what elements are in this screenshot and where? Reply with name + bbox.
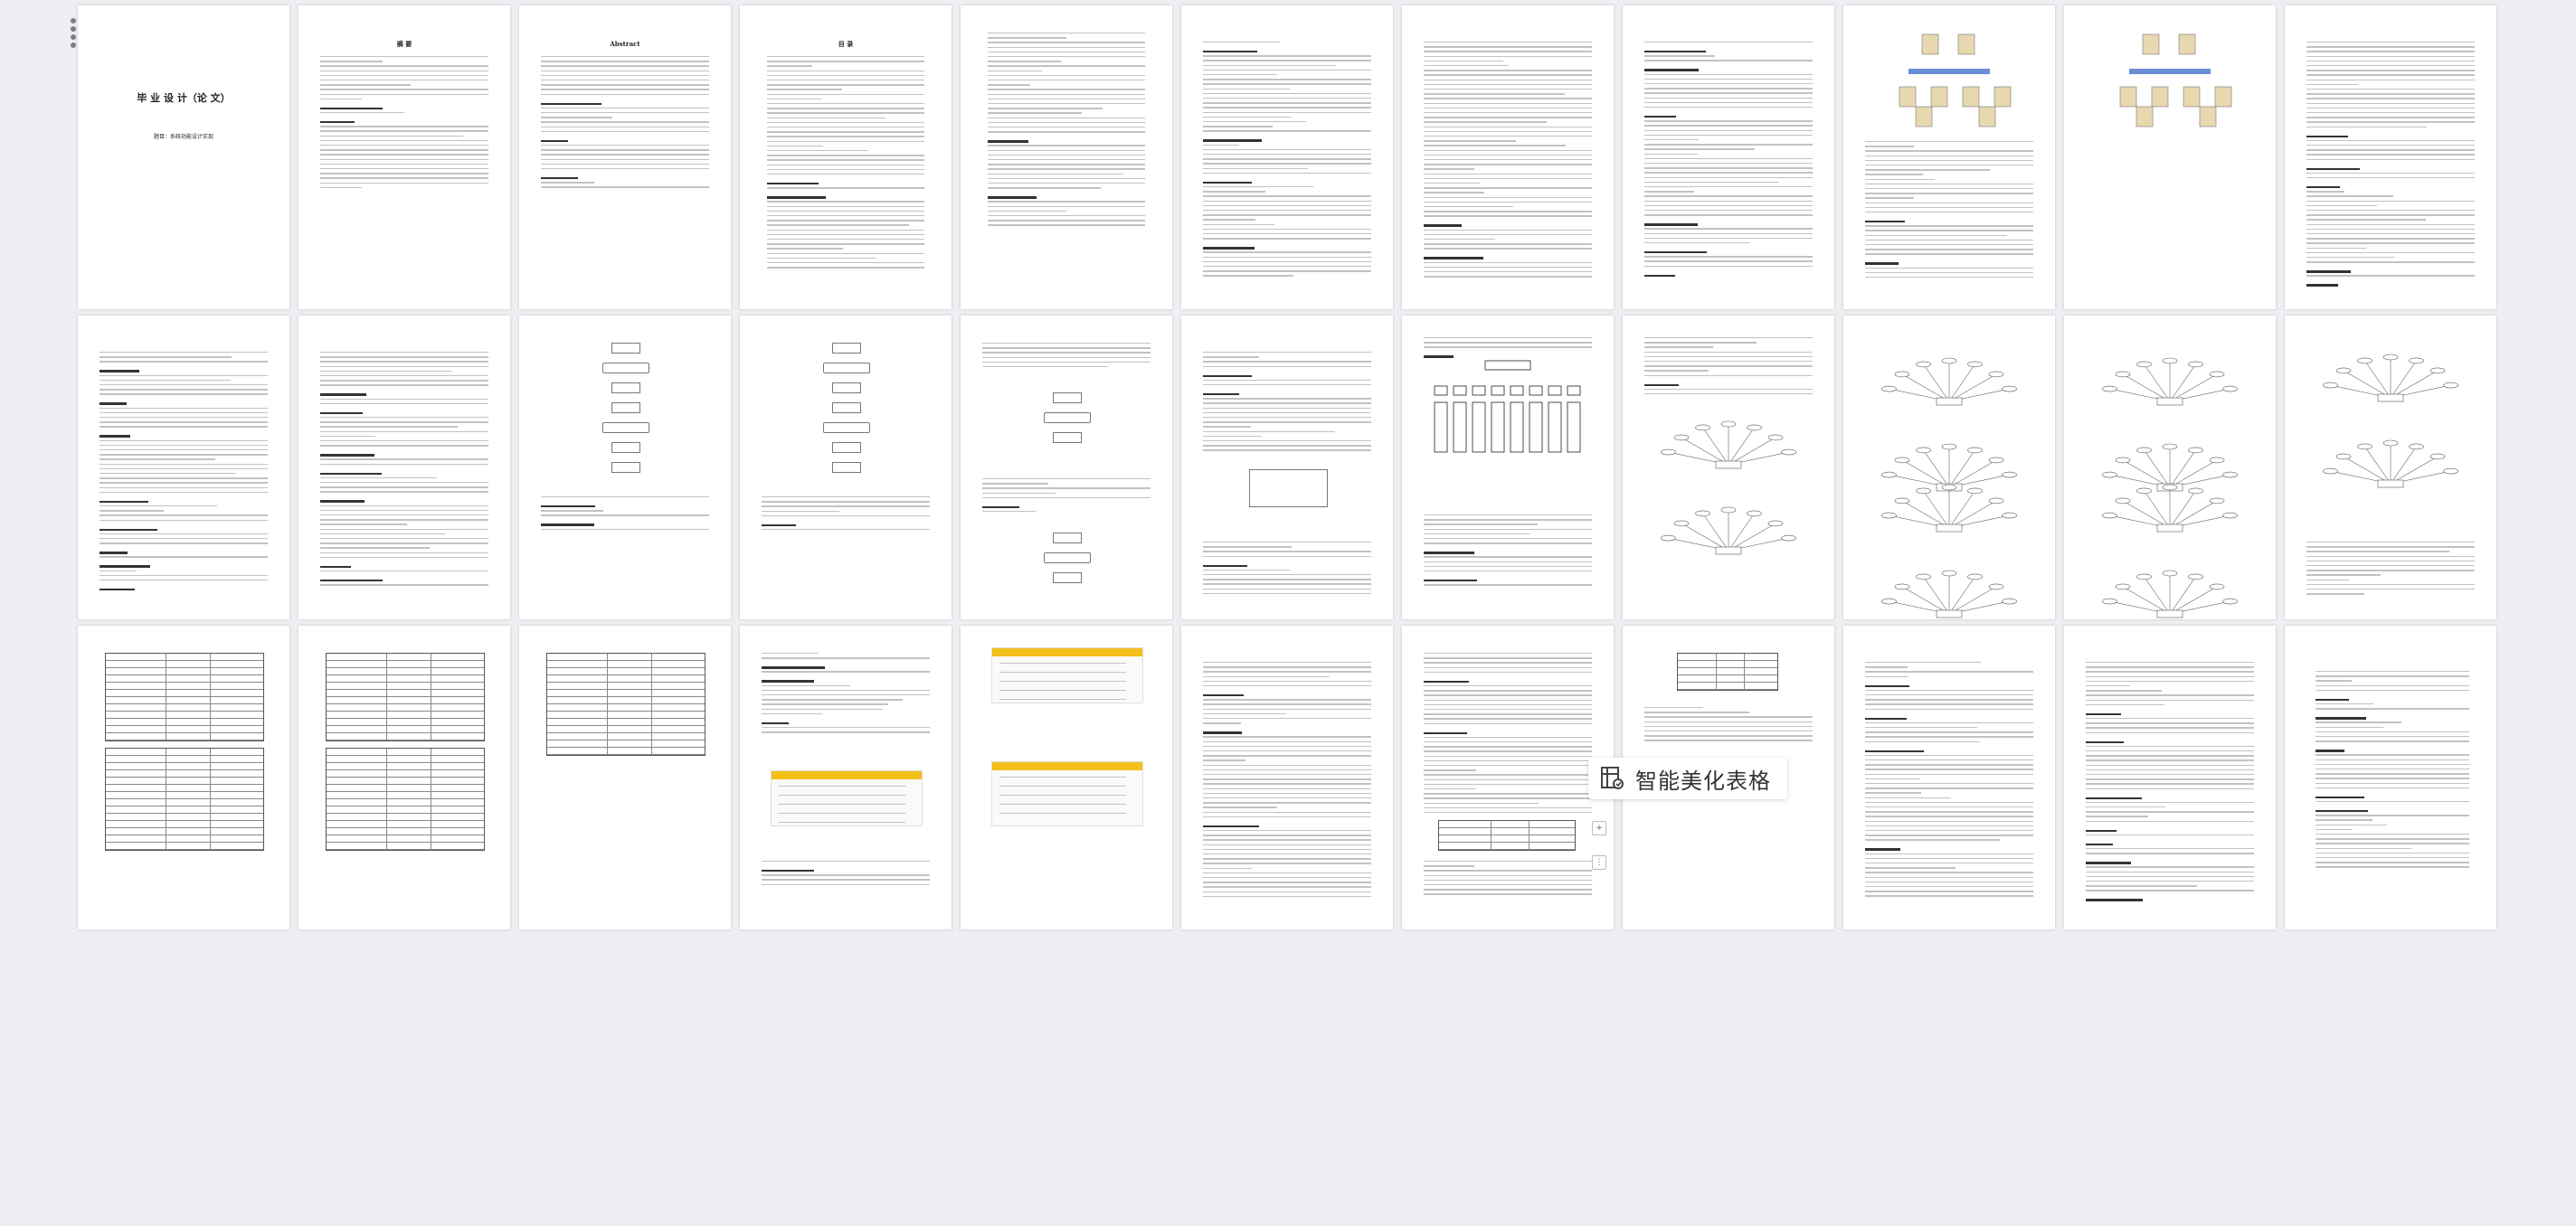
side-tool-button-2[interactable]: ⋮ (1592, 855, 1606, 870)
page-thumbnail[interactable] (961, 626, 1172, 929)
page-thumbnail[interactable] (740, 626, 952, 929)
page-thumbnail[interactable] (2064, 5, 2276, 309)
page-thumbnail[interactable] (1843, 316, 2055, 619)
page-thumbnail[interactable] (2285, 626, 2496, 929)
table-beautify-icon (1599, 765, 1626, 792)
page-thumbnail[interactable]: Abstract (519, 5, 731, 309)
page-thumbnail[interactable] (78, 316, 289, 619)
page-thumbnail[interactable] (1843, 626, 2055, 929)
page-thumbnail[interactable] (78, 626, 289, 929)
page-thumbnail[interactable] (1623, 316, 1834, 619)
abstract-title: 摘 要 (396, 40, 412, 48)
page-thumbnail[interactable] (2285, 5, 2496, 309)
page-thumbnail[interactable]: 毕 业 设 计（论 文） 题目：系统功能设计实现 (78, 5, 289, 309)
toc-title: 目 录 (838, 40, 854, 48)
page-thumbnail[interactable] (1623, 5, 1834, 309)
page-thumbnail[interactable] (1181, 626, 1393, 929)
page-thumbnail[interactable] (2064, 316, 2276, 619)
page-thumbnail[interactable] (961, 5, 1172, 309)
page-thumbnail[interactable] (2064, 626, 2276, 929)
page-thumbnail[interactable] (519, 316, 731, 619)
page-thumbnail[interactable] (1402, 626, 1614, 929)
cover-subtitle: 题目：系统功能设计实现 (153, 134, 213, 140)
page-thumbnail[interactable]: 摘 要 (298, 5, 510, 309)
page-thumbnail[interactable] (298, 316, 510, 619)
side-tool-button[interactable]: + (1592, 821, 1606, 835)
page-thumbnail[interactable]: 目 录 (740, 5, 952, 309)
page-thumbnail[interactable] (1181, 5, 1393, 309)
page-thumbnail-grid: 毕 业 设 计（论 文） 题目：系统功能设计实现 摘 要 Abstract 目 录 (78, 5, 2502, 929)
page-thumbnail[interactable] (298, 626, 510, 929)
page-thumbnail[interactable] (1402, 5, 1614, 309)
page-thumbnail[interactable] (1843, 5, 2055, 309)
page-thumbnail[interactable] (740, 316, 952, 619)
cover-title: 毕 业 设 计（论 文） (137, 92, 231, 104)
page-thumbnail[interactable] (519, 626, 731, 929)
page-thumbnail[interactable] (961, 316, 1172, 619)
page-thumbnail[interactable] (1181, 316, 1393, 619)
beautify-table-button[interactable]: 智能美化表格 (1588, 758, 1787, 799)
page-thumbnail[interactable] (1402, 316, 1614, 619)
page-thumbnail[interactable] (2285, 316, 2496, 619)
abstract-title: Abstract (610, 40, 640, 48)
beautify-table-label: 智能美化表格 (1635, 768, 1771, 794)
